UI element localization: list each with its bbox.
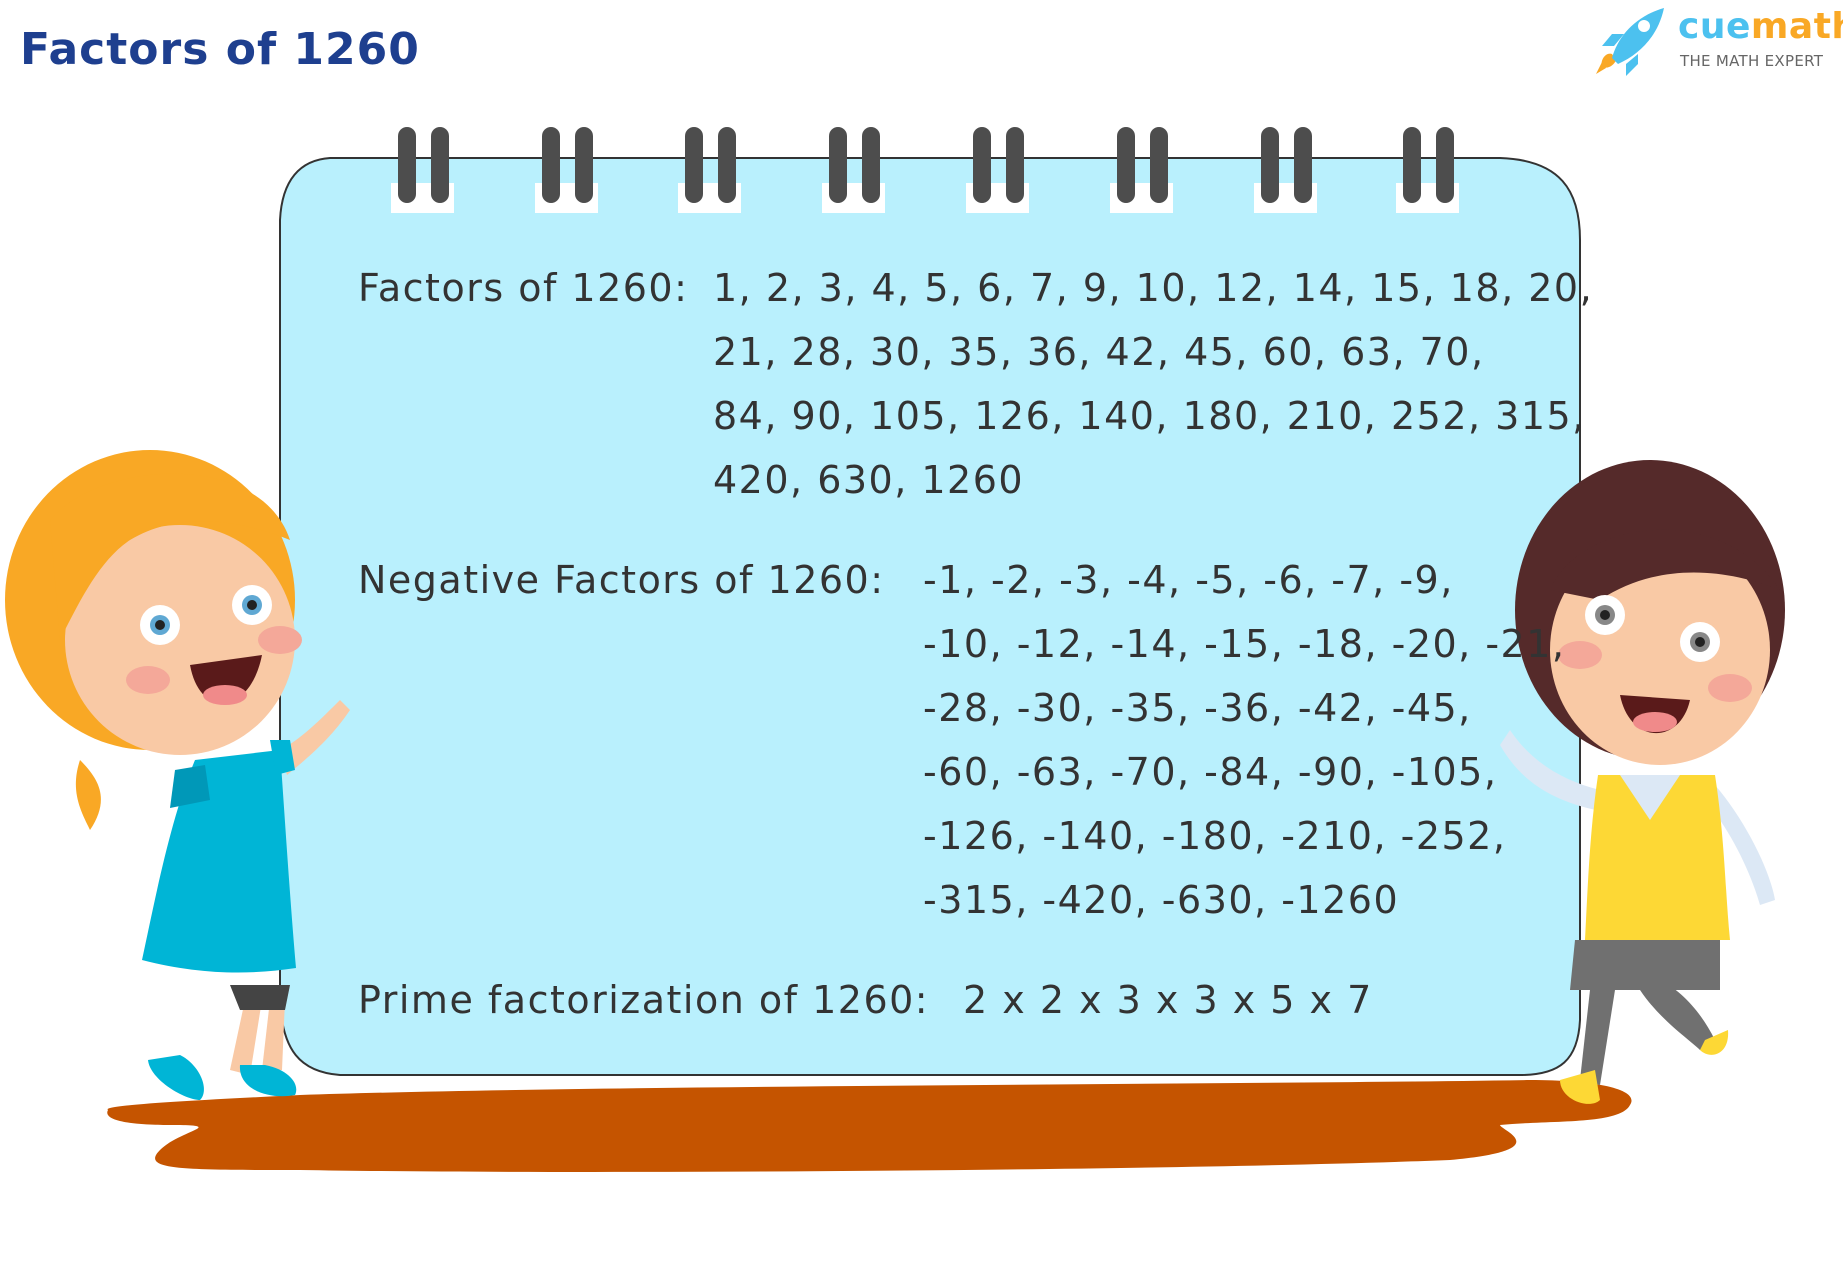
prime-factorization-label: Prime factorization of 1260:	[358, 978, 930, 1022]
negative-factors-line: -28, -30, -35, -36, -42, -45,	[923, 686, 1472, 730]
factors-line: 84, 90, 105, 126, 140, 180, 210, 252, 31…	[713, 394, 1586, 438]
factors-label: Factors of 1260:	[358, 266, 689, 310]
scene-illustration	[5, 127, 1785, 1172]
negative-factors-label: Negative Factors of 1260:	[358, 558, 885, 602]
factors-line: 420, 630, 1260	[713, 458, 1025, 502]
negative-factors-line: -1, -2, -3, -4, -5, -6, -7, -9,	[923, 558, 1454, 602]
puddle	[107, 1080, 1632, 1172]
factors-values: 1, 2, 3, 4, 5, 6, 7, 9, 10, 12, 14, 15, …	[713, 256, 1593, 512]
negative-factors-line: -315, -420, -630, -1260	[923, 878, 1400, 922]
negative-factors-line: -126, -140, -180, -210, -252,	[923, 814, 1507, 858]
factors-line: 21, 28, 30, 35, 36, 42, 45, 60, 63, 70,	[713, 330, 1485, 374]
negative-factors-values: -1, -2, -3, -4, -5, -6, -7, -9, -10, -12…	[923, 548, 1566, 932]
negative-factors-line: -60, -63, -70, -84, -90, -105,	[923, 750, 1498, 794]
prime-factorization-value: 2 x 2 x 3 x 3 x 5 x 7	[963, 978, 1373, 1022]
negative-factors-line: -10, -12, -14, -15, -18, -20, -21,	[923, 622, 1566, 666]
factors-line: 1, 2, 3, 4, 5, 6, 7, 9, 10, 12, 14, 15, …	[713, 266, 1594, 310]
